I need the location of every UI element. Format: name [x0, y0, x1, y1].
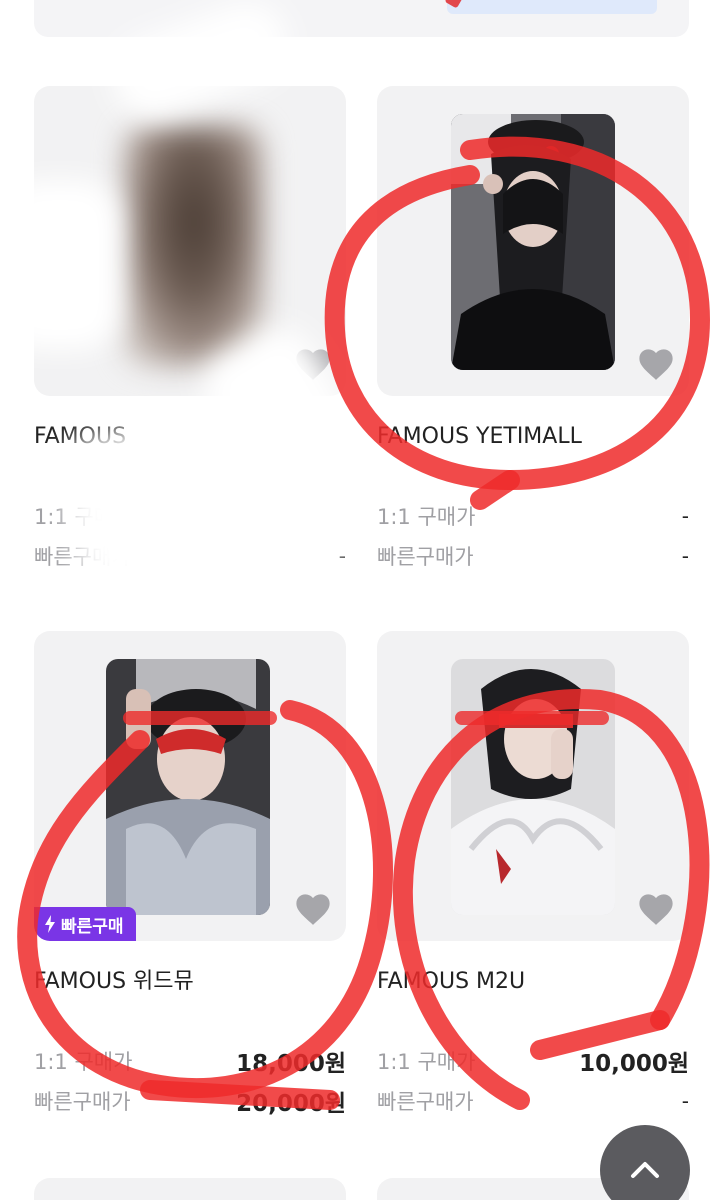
price-row-1to1: 1:1 구매가 18,000원: [34, 1041, 346, 1081]
photocard-image: [106, 659, 270, 915]
promo-banner: [447, 0, 657, 14]
price-row-1to1: 1:1 구매가 10,000원: [377, 1041, 689, 1081]
photocard-image: [451, 659, 615, 915]
heart-icon[interactable]: [637, 891, 675, 927]
price-value: 18,000원: [236, 1051, 346, 1077]
price-row-1to1: 1:1 구매가 -: [377, 496, 689, 536]
price-label: 1:1 구매가: [34, 1050, 133, 1074]
next-product-card[interactable]: [34, 1178, 346, 1200]
product-photo: [451, 114, 615, 370]
scroll-to-top-button[interactable]: [600, 1125, 690, 1200]
blur-mask: [0, 180, 120, 350]
product-card[interactable]: 빠른구매 FAMOUS 위드뮤 1:1 구매가 18,000원 빠른구매가 20…: [34, 631, 346, 1121]
heart-icon[interactable]: [637, 346, 675, 382]
product-thumbnail[interactable]: [377, 86, 689, 396]
fast-price-value: 20,000원: [236, 1091, 346, 1117]
lightning-icon: [45, 915, 55, 933]
fast-badge-label: 빠른구매: [61, 916, 124, 937]
price-row-fast: 빠른구매가 20,000원: [34, 1081, 346, 1121]
chevron-up-icon: [631, 1162, 659, 1178]
product-photo-blurred: [124, 126, 264, 366]
product-photo: [451, 659, 615, 915]
product-title[interactable]: FAMOUS 위드뮤: [34, 967, 346, 997]
photocard-image: [451, 114, 615, 370]
product-photo: [106, 659, 270, 915]
product-thumbnail[interactable]: [377, 631, 689, 941]
price-label: 1:1 구매가: [377, 505, 476, 529]
product-card[interactable]: FAMOUS M2U 1:1 구매가 10,000원 빠른구매가 -: [377, 631, 689, 1121]
product-thumbnail[interactable]: 빠른구매: [34, 631, 346, 941]
blur-mask: [170, 470, 360, 560]
fast-price-label: 빠른구매가: [377, 1090, 474, 1114]
price-label: 1:1 구매가: [377, 1050, 476, 1074]
fast-price-value: -: [681, 1089, 689, 1113]
product-title[interactable]: FAMOUS M2U: [377, 967, 689, 997]
fast-purchase-badge: 빠른구매: [34, 907, 136, 941]
previous-product-card[interactable]: [34, 0, 689, 37]
fast-price-label: 빠른구매가: [34, 1090, 131, 1114]
product-card[interactable]: FAMOUS YETIMALL 1:1 구매가 - 빠른구매가 -: [377, 86, 689, 576]
heart-icon[interactable]: [294, 891, 332, 927]
product-title[interactable]: FAMOUS YETIMALL: [377, 422, 689, 452]
price-row-fast: 빠른구매가 -: [377, 1081, 689, 1121]
price-value: 10,000원: [579, 1051, 689, 1077]
price-row-fast: 빠른구매가 -: [377, 536, 689, 576]
fast-price-value: -: [681, 544, 689, 568]
fast-price-label: 빠른구매가: [377, 545, 474, 569]
price-value: -: [681, 504, 689, 528]
